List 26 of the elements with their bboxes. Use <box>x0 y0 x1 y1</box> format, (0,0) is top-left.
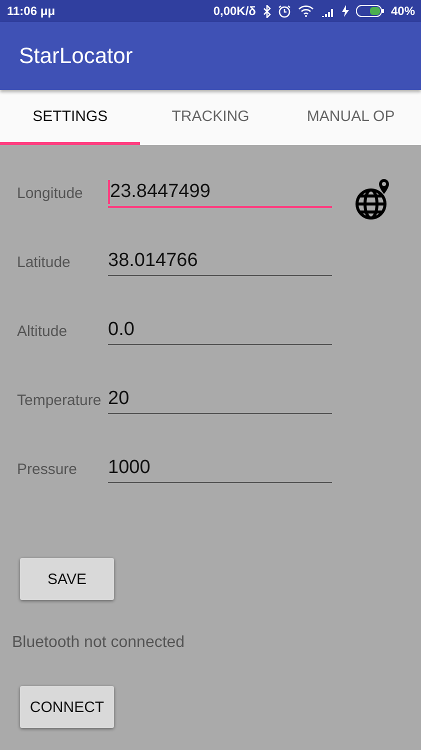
wifi-icon <box>298 5 314 17</box>
tab[interactable]: TRACKING <box>140 90 281 145</box>
connect-button[interactable]: CONNECT <box>20 686 114 728</box>
input-field[interactable]: 38.014766 <box>108 247 332 276</box>
tab[interactable]: SETTINGS <box>0 90 140 145</box>
app-title: StarLocator <box>19 43 133 69</box>
tab[interactable]: MANUAL OP <box>280 90 421 145</box>
save-button[interactable]: SAVE <box>20 558 114 600</box>
field-label: Pressure <box>16 460 78 478</box>
input-field[interactable]: 23.8447499 <box>108 178 332 208</box>
battery-icon <box>356 5 384 17</box>
bluetooth-status: Bluetooth not connected <box>12 634 185 651</box>
input-field[interactable]: 20 <box>108 385 332 414</box>
clock: 11:06 μμ <box>7 4 56 18</box>
input-field[interactable]: 0.0 <box>108 316 332 345</box>
input-field[interactable]: 1000 <box>108 454 332 483</box>
text-cursor <box>108 180 110 204</box>
field-label: Longitude <box>16 184 84 202</box>
battery-percentage: 40% <box>390 4 415 18</box>
charging-icon <box>342 5 349 17</box>
network-speed: 0,00K/δ <box>213 4 256 18</box>
field-label: Temperature <box>16 391 102 409</box>
field-label: Latitude <box>16 253 72 271</box>
bluetooth-icon <box>262 4 271 18</box>
field-label: Altitude <box>16 322 68 340</box>
alarm-icon <box>278 4 291 18</box>
